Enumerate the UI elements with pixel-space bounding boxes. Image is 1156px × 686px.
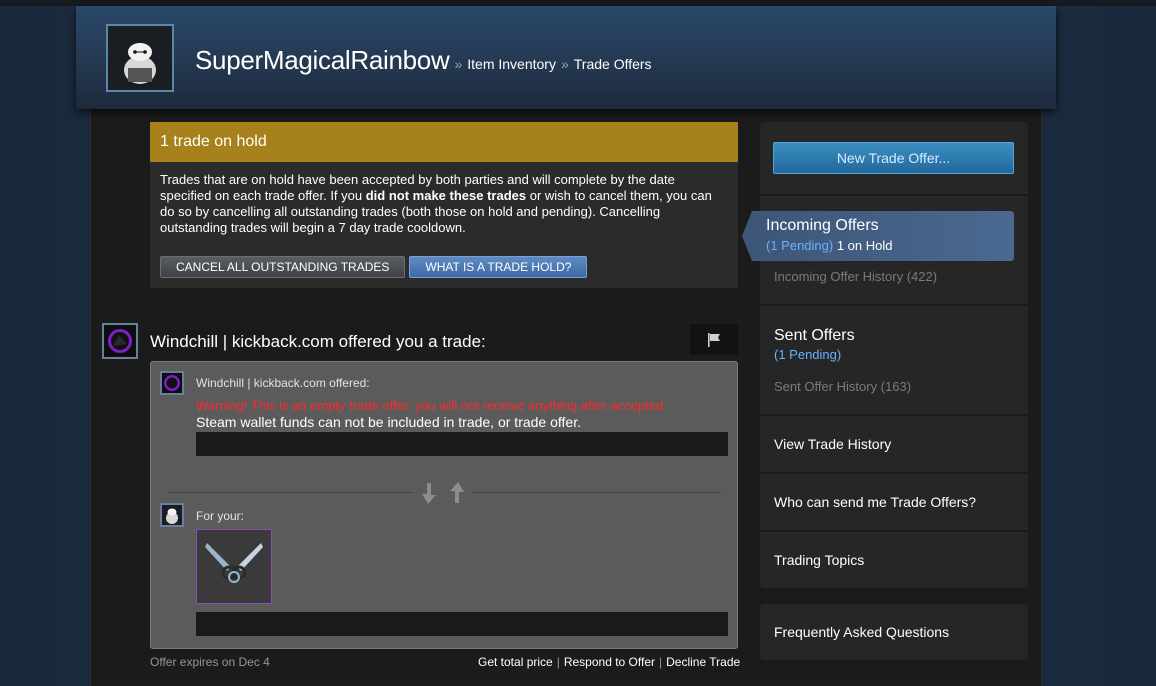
trading-topics-link[interactable]: Trading Topics [774, 552, 864, 568]
your-small-avatar [160, 503, 184, 527]
partner-offered-label: Windchill | kickback.com offered: [196, 376, 370, 390]
new-trade-offer-button[interactable]: New Trade Offer... [773, 142, 1014, 174]
page-title: SuperMagicalRainbow » Item Inventory » T… [195, 45, 652, 76]
sidebar-divider [760, 194, 1028, 196]
sidebar-divider [760, 304, 1028, 306]
sent-offers-title[interactable]: Sent Offers [774, 327, 855, 345]
get-total-price-link[interactable]: Get total price [478, 655, 553, 669]
who-can-send-offers-link[interactable]: Who can send me Trade Offers? [774, 494, 976, 510]
hold-text-bold: did not make these trades [365, 188, 527, 203]
breadcrumb-item-inventory[interactable]: Item Inventory [467, 56, 556, 72]
partner-avatar-icon [105, 326, 135, 356]
trade-hold-title: 1 trade on hold [150, 122, 738, 162]
faq-link[interactable]: Frequently Asked Questions [774, 624, 949, 640]
breadcrumb-separator: » [560, 56, 569, 72]
sent-offer-history-link[interactable]: Sent Offer History (163) [774, 379, 911, 394]
breadcrumb-trade-offers[interactable]: Trade Offers [574, 56, 652, 72]
partner-avatar[interactable] [102, 323, 138, 359]
sidebar-divider [760, 414, 1028, 416]
swap-arrows [413, 480, 473, 506]
partner-avatar-icon [162, 373, 182, 393]
cancel-all-trades-button[interactable]: CANCEL ALL OUTSTANDING TRADES [160, 256, 406, 278]
knife-item-icon [205, 542, 263, 591]
incoming-pending-count: (1 Pending) [766, 238, 834, 253]
sent-pending-count[interactable]: (1 Pending) [774, 347, 841, 362]
faq-panel: Frequently Asked Questions [760, 604, 1028, 660]
what-is-trade-hold-button[interactable]: WHAT IS A TRADE HOLD? [409, 256, 588, 278]
action-separator: | [556, 655, 560, 669]
sidebar-divider [760, 472, 1028, 474]
view-trade-history-link[interactable]: View Trade History [774, 436, 891, 452]
offer-actions: Get total price | Respond to Offer | Decline… [478, 655, 740, 669]
trade-item-slot[interactable] [196, 529, 272, 604]
trade-offers-sidebar: New Trade Offer... Incoming Offers (1 Pe… [742, 122, 1028, 588]
partner-small-avatar [160, 371, 184, 395]
sidebar-item-incoming-offers[interactable]: Incoming Offers (1 Pending) 1 on Hold [742, 211, 1014, 261]
respond-to-offer-link[interactable]: Respond to Offer [564, 655, 655, 669]
action-separator: | [659, 655, 663, 669]
flag-icon [708, 332, 720, 347]
incoming-on-hold-count: 1 on Hold [836, 238, 893, 253]
your-items-area [196, 612, 728, 636]
empty-offer-warning: Warning! This is an empty trade offer, y… [196, 398, 667, 413]
robot-avatar-icon [112, 30, 168, 86]
decline-trade-link[interactable]: Decline Trade [666, 655, 740, 669]
incoming-offer-history-link[interactable]: Incoming Offer History (422) [774, 269, 937, 284]
partner-items-area [196, 432, 728, 456]
arrow-up-icon [450, 482, 464, 503]
wallet-funds-note: Steam wallet funds can not be included i… [196, 414, 581, 430]
robot-avatar-icon [162, 505, 182, 525]
offer-heading: Windchill | kickback.com offered you a t… [150, 332, 486, 351]
user-avatar[interactable] [106, 24, 174, 92]
breadcrumb-separator: » [454, 56, 463, 72]
your-items-label: For your: [196, 509, 245, 523]
trade-hold-notice: 1 trade on hold Trades that are on hold … [150, 122, 738, 288]
profile-username[interactable]: SuperMagicalRainbow [195, 45, 450, 76]
trade-hold-buttons: CANCEL ALL OUTSTANDING TRADES WHAT IS A … [160, 256, 588, 278]
offer-expiry: Offer expires on Dec 4 [150, 655, 270, 669]
report-flag-button[interactable] [690, 324, 738, 355]
trade-hold-description: Trades that are on hold have been accept… [150, 162, 738, 236]
incoming-offers-title: Incoming Offers [766, 217, 879, 234]
trade-offer-box: Windchill | kickback.com offered: Warnin… [150, 361, 738, 649]
sidebar-divider [760, 530, 1028, 532]
incoming-offers-status: (1 Pending) 1 on Hold [766, 238, 893, 253]
arrow-down-icon [422, 483, 436, 504]
